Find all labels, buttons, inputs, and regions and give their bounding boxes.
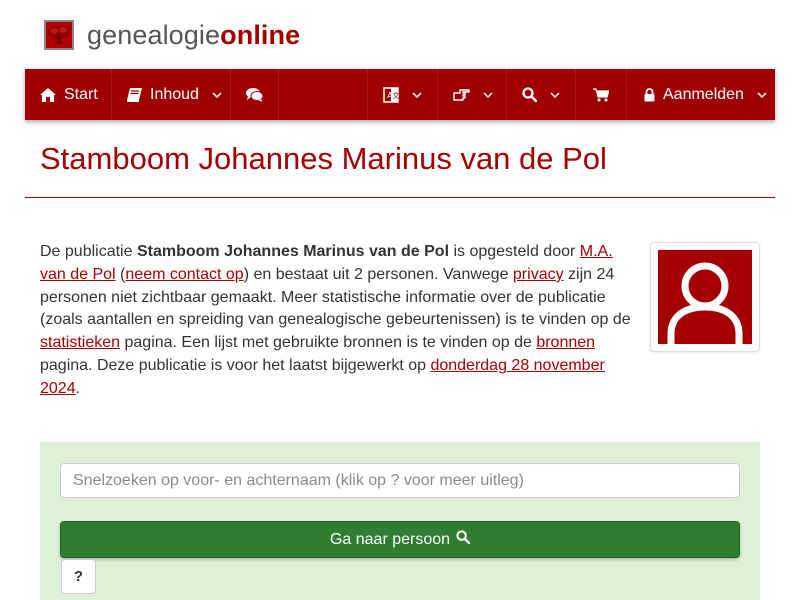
nav-inhoud[interactable]: Inhoud	[112, 69, 231, 120]
search-icon	[450, 530, 471, 549]
translate-icon: A文	[383, 86, 400, 103]
avatar-card	[650, 242, 760, 352]
comments-icon	[246, 87, 263, 102]
home-icon	[40, 87, 56, 102]
tree-logo-icon	[44, 20, 74, 50]
chevron-down-icon	[550, 91, 560, 98]
main-navbar: Start Inhoud A文 Aanmelden	[25, 69, 775, 120]
nav-actions[interactable]	[438, 69, 507, 120]
desc-text: ) en bestaat uit 2 personen. Vanwege	[243, 265, 513, 283]
nav-shop[interactable]	[576, 69, 627, 120]
hand-pointer-icon	[453, 88, 470, 101]
title-divider	[25, 197, 775, 198]
lock-icon	[644, 87, 655, 102]
nav-start[interactable]: Start	[25, 69, 112, 120]
desc-text: is opgesteld door	[449, 243, 580, 260]
privacy-link[interactable]: privacy	[513, 266, 564, 283]
search-help-button[interactable]: ?	[61, 559, 96, 594]
nav-forum[interactable]	[231, 69, 279, 120]
sources-link[interactable]: bronnen	[536, 334, 595, 351]
desc-text: .	[75, 379, 81, 397]
publication-name: Stamboom Johannes Marinus van de Pol	[136, 243, 450, 260]
nav-aanmelden[interactable]: Aanmelden	[627, 69, 775, 120]
page-title: Stamboom Johannes Marinus van de Pol	[40, 141, 607, 176]
site-name-part2: online	[220, 20, 301, 50]
site-name: genealogieonline	[87, 19, 300, 51]
nav-start-label: Start	[64, 85, 98, 103]
quick-search-panel: Ga naar persoon ?	[40, 442, 760, 600]
user-avatar-icon	[658, 250, 752, 344]
publication-description: De publicatie Stamboom Johannes Marinus …	[40, 241, 636, 401]
nav-search[interactable]	[507, 69, 576, 120]
nav-aanmelden-label: Aanmelden	[663, 85, 744, 103]
search-icon	[522, 87, 537, 102]
statistics-link[interactable]: statistieken	[40, 334, 120, 351]
chevron-down-icon	[757, 91, 767, 98]
contact-link[interactable]: neem contact op	[125, 266, 243, 283]
nav-language[interactable]: A文	[368, 69, 438, 120]
chevron-down-icon	[212, 91, 222, 98]
site-name-part1: genealogie	[87, 20, 221, 50]
chevron-down-icon	[412, 91, 422, 98]
site-logo-link[interactable]: genealogieonline	[44, 18, 300, 52]
go-to-person-button[interactable]: Ga naar persoon	[60, 521, 740, 558]
go-to-person-label: Ga naar persoon	[329, 530, 451, 548]
quick-search-input[interactable]	[60, 463, 740, 498]
desc-text: (	[115, 265, 126, 283]
desc-text: pagina. Deze publicatie is voor het laat…	[40, 356, 431, 374]
svg-text:文: 文	[393, 91, 400, 100]
book-icon	[127, 87, 142, 102]
desc-text: pagina. Een lijst met gebruikte bronnen …	[120, 334, 537, 352]
nav-inhoud-label: Inhoud	[150, 85, 199, 103]
desc-text: De publicatie	[40, 243, 137, 260]
cart-icon	[593, 87, 609, 102]
chevron-down-icon	[483, 91, 493, 98]
navbar-spacer	[279, 69, 368, 120]
